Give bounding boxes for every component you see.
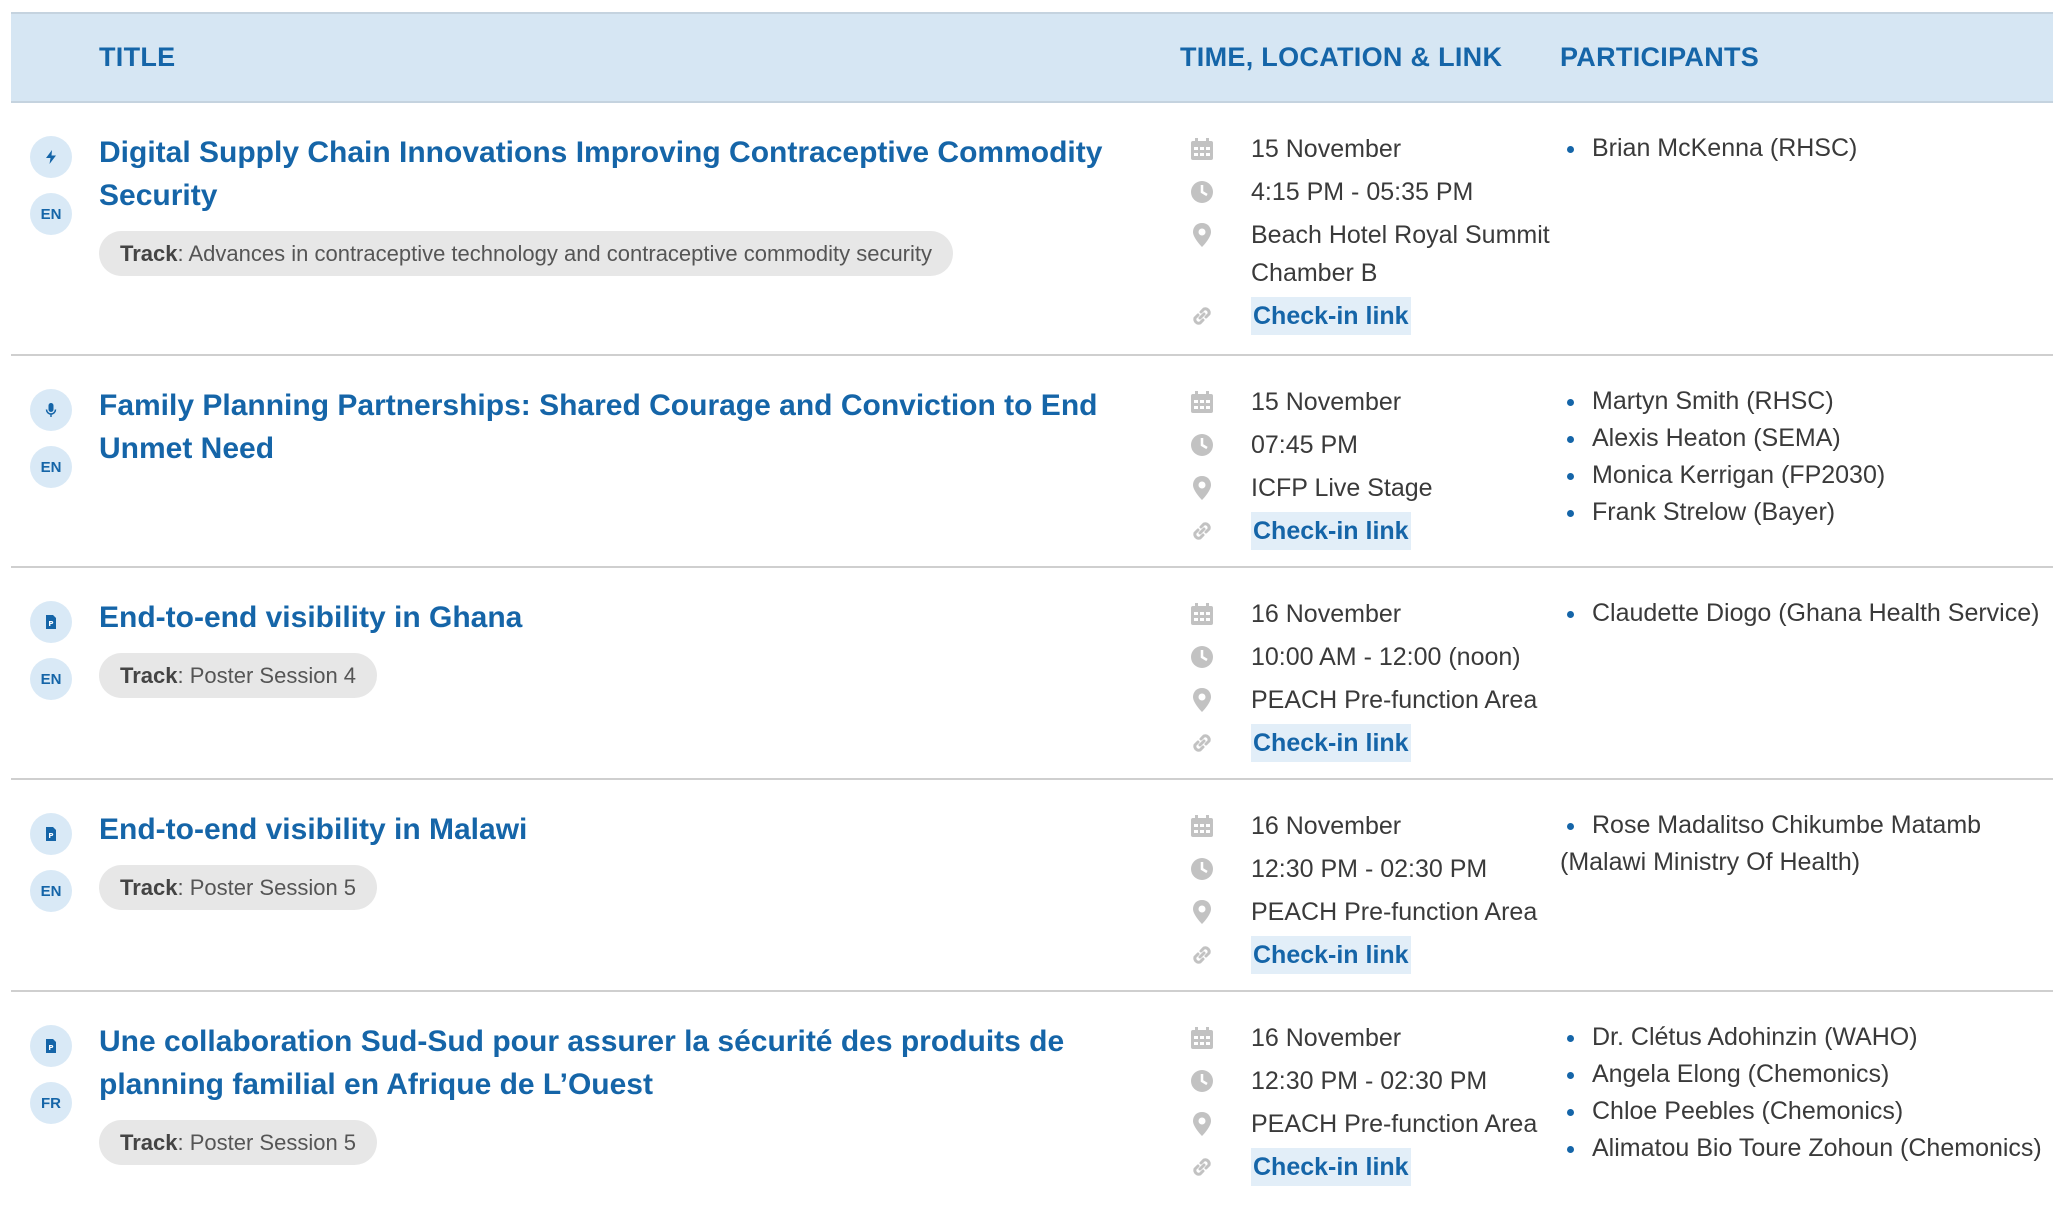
session-time: 07:45 PM <box>1251 431 1359 459</box>
participants-list: Martyn Smith (RHSC) Alexis Heaton (SEMA)… <box>1560 383 2053 531</box>
language-badge: EN <box>30 446 72 488</box>
table-row: P EN End-to-end visibility in Ghana Trac… <box>11 568 2053 780</box>
calendar-icon <box>1189 388 1215 414</box>
svg-text:P: P <box>48 620 53 628</box>
table-row: EN Family Planning Partnerships: Shared … <box>11 356 2053 568</box>
link-icon <box>1189 517 1215 543</box>
map-pin-icon <box>1189 686 1215 712</box>
language-badge: EN <box>30 193 72 235</box>
link-icon <box>1189 1153 1215 1179</box>
calendar-icon <box>1189 600 1215 626</box>
microphone-icon <box>30 389 72 431</box>
svg-text:P: P <box>48 832 53 840</box>
participant-item: Martyn Smith (RHSC) <box>1560 383 2053 420</box>
track-label: Track <box>120 663 178 688</box>
check-in-link[interactable]: Check-in link <box>1251 724 1411 762</box>
session-location: PEACH Pre-function Area <box>1251 1110 1538 1138</box>
header-participants[interactable]: PARTICIPANTS <box>1560 14 1759 101</box>
session-title[interactable]: End-to-end visibility in Ghana <box>99 596 1109 639</box>
clock-icon <box>1189 431 1215 457</box>
participant-item: Claudette Diogo (Ghana Health Service) <box>1560 595 2053 632</box>
map-pin-icon <box>1189 474 1215 500</box>
link-icon <box>1189 941 1215 967</box>
calendar-icon <box>1189 135 1215 161</box>
calendar-icon <box>1189 1024 1215 1050</box>
table-row: EN Digital Supply Chain Innovations Impr… <box>11 103 2053 356</box>
check-in-link[interactable]: Check-in link <box>1251 1148 1411 1186</box>
header-title[interactable]: TITLE <box>99 14 176 101</box>
session-title[interactable]: End-to-end visibility in Malawi <box>99 808 1109 851</box>
session-location: Beach Hotel Royal Summit Chamber B <box>1251 221 1550 287</box>
poster-icon: P <box>30 601 72 643</box>
session-time: 10:00 AM - 12:00 (noon) <box>1251 643 1521 671</box>
session-time: 12:30 PM - 02:30 PM <box>1251 855 1488 883</box>
table-row: P EN End-to-end visibility in Malawi Tra… <box>11 780 2053 992</box>
participant-item: Chloe Peebles (Chemonics) <box>1560 1093 2053 1130</box>
header-time[interactable]: TIME, LOCATION & LINK <box>1180 14 1502 101</box>
participants-list: Claudette Diogo (Ghana Health Service) <box>1560 595 2053 632</box>
check-in-link[interactable]: Check-in link <box>1251 936 1411 974</box>
track-label: Track <box>120 241 178 266</box>
poster-icon: P <box>30 1025 72 1067</box>
track-pill: Track: Advances in contraceptive technol… <box>99 231 954 276</box>
participant-item: Angela Elong (Chemonics) <box>1560 1056 2053 1093</box>
session-date: 15 November <box>1251 388 1402 416</box>
participant-item: Brian McKenna (RHSC) <box>1560 130 2053 167</box>
session-date: 16 November <box>1251 812 1402 840</box>
sessions-table: TITLE TIME, LOCATION & LINK PARTICIPANTS… <box>11 12 2053 1222</box>
track-pill: Track: Poster Session 5 <box>99 865 378 910</box>
link-icon <box>1189 302 1215 328</box>
lightning-icon <box>30 136 72 178</box>
track-pill: Track: Poster Session 5 <box>99 1120 378 1165</box>
table-row: P FR Une collaboration Sud-Sud pour assu… <box>11 992 2053 1222</box>
language-badge: EN <box>30 870 72 912</box>
calendar-icon <box>1189 812 1215 838</box>
map-pin-icon <box>1189 1110 1215 1136</box>
session-title[interactable]: Digital Supply Chain Innovations Improvi… <box>99 131 1109 217</box>
participant-item: Monica Kerrigan (FP2030) <box>1560 457 2053 494</box>
clock-icon <box>1189 1067 1215 1093</box>
session-location: ICFP Live Stage <box>1251 474 1433 502</box>
session-date: 16 November <box>1251 600 1402 628</box>
svg-text:P: P <box>48 1044 53 1052</box>
language-badge: EN <box>30 658 72 700</box>
session-location: PEACH Pre-function Area <box>1251 686 1538 714</box>
session-time: 4:15 PM - 05:35 PM <box>1251 178 1474 206</box>
participant-item: Rose Madalitso Chikumbe Matamb (Malawi M… <box>1560 807 2053 881</box>
language-badge: FR <box>30 1082 72 1124</box>
link-icon <box>1189 729 1215 755</box>
track-pill: Track: Poster Session 4 <box>99 653 378 698</box>
session-date: 16 November <box>1251 1024 1402 1052</box>
poster-icon: P <box>30 813 72 855</box>
track-value: : Poster Session 5 <box>177 1130 357 1155</box>
participants-list: Rose Madalitso Chikumbe Matamb (Malawi M… <box>1560 807 2053 881</box>
clock-icon <box>1189 643 1215 669</box>
map-pin-icon <box>1189 898 1215 924</box>
participants-list: Brian McKenna (RHSC) <box>1560 130 2053 167</box>
table-header: TITLE TIME, LOCATION & LINK PARTICIPANTS <box>11 12 2053 103</box>
track-label: Track <box>120 875 178 900</box>
session-title[interactable]: Family Planning Partnerships: Shared Cou… <box>99 384 1109 470</box>
participant-item: Dr. Clétus Adohinzin (WAHO) <box>1560 1019 2053 1056</box>
participants-list: Dr. Clétus Adohinzin (WAHO) Angela Elong… <box>1560 1019 2053 1167</box>
session-location: PEACH Pre-function Area <box>1251 898 1538 926</box>
session-time: 12:30 PM - 02:30 PM <box>1251 1067 1488 1095</box>
track-value: : Advances in contraceptive technology a… <box>177 241 933 266</box>
check-in-link[interactable]: Check-in link <box>1251 297 1411 335</box>
map-pin-icon <box>1189 221 1215 247</box>
track-label: Track <box>120 1130 178 1155</box>
clock-icon <box>1189 855 1215 881</box>
clock-icon <box>1189 178 1215 204</box>
participant-item: Frank Strelow (Bayer) <box>1560 494 2053 531</box>
participant-item: Alimatou Bio Toure Zohoun (Chemonics) <box>1560 1130 2053 1167</box>
check-in-link[interactable]: Check-in link <box>1251 512 1411 550</box>
session-date: 15 November <box>1251 135 1402 163</box>
track-value: : Poster Session 4 <box>177 663 357 688</box>
session-title[interactable]: Une collaboration Sud-Sud pour assurer l… <box>99 1020 1109 1106</box>
track-value: : Poster Session 5 <box>177 875 357 900</box>
participant-item: Alexis Heaton (SEMA) <box>1560 420 2053 457</box>
